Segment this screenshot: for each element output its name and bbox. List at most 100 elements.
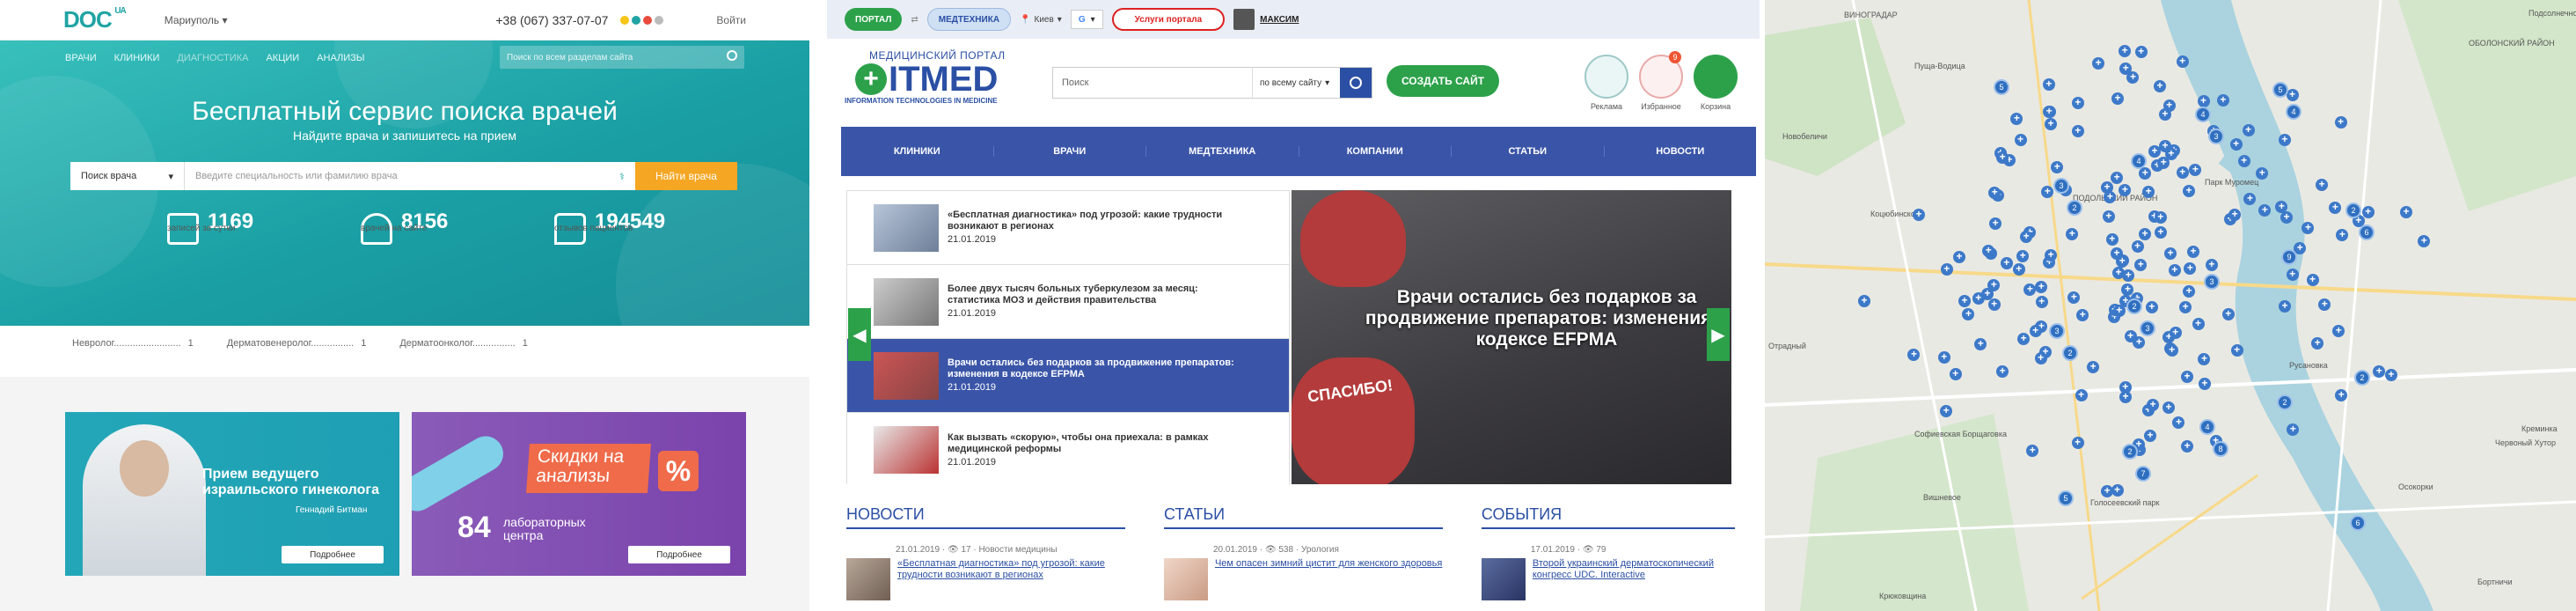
nav-news[interactable]: НОВОСТИ bbox=[1605, 146, 1757, 157]
more-button[interactable]: Подробнее bbox=[282, 546, 384, 563]
itmed-logo[interactable]: МЕДИЦИНСКИЙ ПОРТАЛ + ITMED INFORMATION TE… bbox=[845, 49, 1038, 120]
clinic-marker-icon[interactable]: + bbox=[2145, 301, 2158, 314]
marker-cluster[interactable]: 8 bbox=[2213, 441, 2228, 457]
marker-cluster[interactable]: 5 bbox=[2058, 490, 2074, 506]
clinic-marker-icon[interactable]: + bbox=[2126, 70, 2140, 84]
clinic-marker-icon[interactable]: + bbox=[1949, 368, 1962, 381]
find-doctor-button[interactable]: Найти врача bbox=[635, 162, 737, 190]
marker-cluster[interactable]: 2 bbox=[2277, 394, 2293, 410]
item-link[interactable]: Второй украинский дерматоскопический кон… bbox=[1533, 558, 1735, 600]
list-item[interactable]: Более двух тысяч больных туберкулезом за… bbox=[847, 265, 1289, 339]
specialty-item[interactable]: Дерматоонколог................ 1 bbox=[399, 338, 528, 349]
clinic-marker-icon[interactable]: + bbox=[2159, 139, 2171, 152]
favorites-link[interactable]: 9 Избранное bbox=[1635, 51, 1687, 111]
clinic-marker-icon[interactable]: + bbox=[2066, 227, 2079, 240]
clinic-marker-icon[interactable]: + bbox=[1987, 298, 2001, 311]
clinic-marker-icon[interactable]: + bbox=[1913, 208, 1926, 221]
login-link[interactable]: Войти bbox=[716, 14, 746, 26]
clinic-marker-icon[interactable]: + bbox=[2043, 105, 2056, 118]
clinic-marker-icon[interactable]: + bbox=[2029, 325, 2042, 338]
clinic-marker-icon[interactable]: + bbox=[2198, 377, 2211, 390]
marker-cluster[interactable]: 5 bbox=[2272, 82, 2288, 98]
marker-cluster[interactable]: 9 bbox=[2281, 249, 2297, 265]
clinic-marker-icon[interactable]: + bbox=[2035, 280, 2048, 293]
item-category[interactable]: Урология bbox=[1301, 545, 1339, 555]
marker-cluster[interactable]: 2 bbox=[2354, 370, 2370, 386]
nav-companies[interactable]: КОМПАНИИ bbox=[1299, 146, 1452, 157]
telegram-icon[interactable] bbox=[632, 15, 641, 25]
search-icon[interactable] bbox=[727, 50, 737, 61]
clinic-marker-icon[interactable]: + bbox=[2183, 184, 2196, 197]
docua-logo[interactable]: DOC UA bbox=[63, 6, 127, 33]
clinic-marker-icon[interactable]: + bbox=[2278, 134, 2291, 147]
clinic-marker-icon[interactable]: + bbox=[2142, 185, 2155, 198]
nav-medtech[interactable]: МЕДТЕХНИКА bbox=[1146, 146, 1299, 157]
item-link[interactable]: «Бесплатная диагностика» под угрозой: ка… bbox=[897, 558, 1125, 600]
clinic-marker-icon[interactable]: + bbox=[2154, 211, 2167, 225]
nav-doctors[interactable]: ВРАЧИ bbox=[65, 53, 97, 63]
clinic-marker-icon[interactable]: + bbox=[2075, 388, 2088, 401]
clinic-marker-icon[interactable]: + bbox=[2280, 210, 2294, 224]
featured-slide[interactable]: СПАСИБО! Врачи остались без подарков за … bbox=[1292, 190, 1731, 484]
list-item[interactable]: Второй украинский дерматоскопический кон… bbox=[1481, 558, 1735, 600]
clinic-marker-icon[interactable]: + bbox=[2148, 144, 2161, 158]
marker-cluster[interactable]: 4 bbox=[2195, 107, 2211, 122]
clinic-marker-icon[interactable]: + bbox=[2169, 327, 2182, 340]
nav-promos[interactable]: АКЦИИ bbox=[266, 53, 299, 63]
search-button[interactable] bbox=[1340, 68, 1372, 98]
clinic-marker-icon[interactable]: + bbox=[2286, 269, 2299, 282]
search-input[interactable]: Поиск bbox=[1053, 68, 1252, 98]
clinic-marker-icon[interactable]: + bbox=[2071, 124, 2084, 137]
clinic-marker-icon[interactable]: + bbox=[2111, 172, 2124, 184]
clinic-marker-icon[interactable]: + bbox=[2044, 117, 2057, 130]
slider-next-button[interactable]: ▶ bbox=[1707, 308, 1730, 361]
marker-cluster[interactable]: 3 bbox=[2053, 178, 2069, 194]
marker-cluster[interactable]: 5 bbox=[1994, 79, 2009, 95]
marker-cluster[interactable]: 4 bbox=[2286, 104, 2302, 120]
section-heading[interactable]: НОВОСТИ bbox=[846, 505, 1125, 529]
list-item[interactable]: Чем опасен зимний цистит для женского зд… bbox=[1163, 558, 1443, 600]
search-scope-select[interactable]: по всему сайту ▾ bbox=[1252, 68, 1340, 98]
clinic-marker-icon[interactable]: + bbox=[2119, 381, 2132, 394]
clinic-marker-icon[interactable]: + bbox=[2111, 267, 2125, 280]
clinic-marker-icon[interactable]: + bbox=[1940, 262, 1953, 276]
marker-cluster[interactable]: 3 bbox=[2204, 274, 2220, 290]
clinic-marker-icon[interactable]: + bbox=[2020, 230, 2033, 243]
clinic-marker-icon[interactable]: + bbox=[2316, 178, 2329, 191]
clinic-marker-icon[interactable]: + bbox=[2318, 298, 2331, 311]
clinic-marker-icon[interactable]: + bbox=[2192, 317, 2205, 330]
clinic-marker-icon[interactable]: + bbox=[2034, 352, 2047, 365]
doctor-search-input[interactable]: Введите специальность или фамилию врача ⚕ bbox=[185, 162, 635, 190]
clinic-marker-icon[interactable]: + bbox=[2237, 154, 2250, 167]
clinic-marker-icon[interactable]: + bbox=[1981, 288, 1994, 300]
phone-number[interactable]: +38 (067) 337-07-07 bbox=[495, 13, 608, 27]
item-link[interactable]: Чем опасен зимний цистит для женского зд… bbox=[1215, 558, 1442, 600]
nav-articles[interactable]: СТАТЬИ bbox=[1452, 146, 1605, 157]
more-button[interactable]: Подробнее bbox=[628, 546, 730, 563]
mail-icon[interactable] bbox=[643, 15, 653, 25]
ads-link[interactable]: Реклама bbox=[1580, 55, 1633, 111]
clinic-marker-icon[interactable]: + bbox=[2102, 210, 2115, 224]
specialty-item[interactable]: Дерматовенеролог................ 1 bbox=[227, 338, 367, 349]
clinic-marker-icon[interactable]: + bbox=[2165, 343, 2178, 357]
search-type-select[interactable]: Поиск врача ▾ bbox=[70, 162, 185, 190]
marker-cluster[interactable]: 6 bbox=[2350, 515, 2366, 531]
clinics-map[interactable]: ВИНОГРАДАР ОБОЛОНСКИЙ РАЙОН Парк Муромец От… bbox=[1765, 0, 2576, 611]
clinic-marker-icon[interactable]: + bbox=[2105, 232, 2119, 246]
promo-card-gynecologist[interactable]: Прием ведущего израильского гинеколога Г… bbox=[65, 412, 399, 576]
google-translate-select[interactable]: G ▾ bbox=[1070, 10, 1103, 29]
clinic-marker-icon[interactable]: + bbox=[2000, 256, 2013, 269]
clinic-marker-icon[interactable]: + bbox=[2071, 436, 2084, 449]
clinic-marker-icon[interactable]: + bbox=[2230, 344, 2243, 357]
marker-cluster[interactable]: 7 bbox=[2135, 466, 2151, 482]
nav-diagnostics[interactable]: ДИАГНОСТИКА bbox=[177, 53, 248, 63]
clinic-marker-icon[interactable]: + bbox=[2198, 352, 2211, 365]
clinic-marker-icon[interactable]: + bbox=[2197, 94, 2210, 107]
clinic-marker-icon[interactable]: + bbox=[2071, 97, 2084, 110]
clinic-marker-icon[interactable]: + bbox=[2176, 55, 2189, 68]
clinic-marker-icon[interactable]: + bbox=[2186, 245, 2199, 258]
clinic-marker-icon[interactable]: + bbox=[1996, 364, 2009, 378]
list-item-active[interactable]: Врачи остались без подарков за продвижен… bbox=[847, 339, 1289, 413]
create-site-button[interactable]: СОЗДАТЬ САЙТ bbox=[1387, 65, 1499, 97]
clinic-marker-icon[interactable]: + bbox=[2051, 160, 2064, 173]
